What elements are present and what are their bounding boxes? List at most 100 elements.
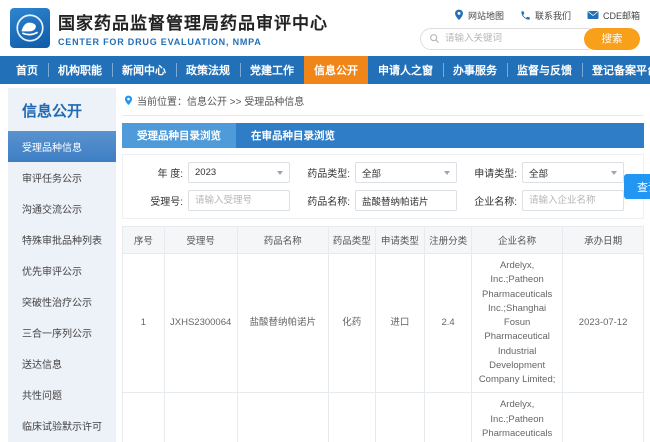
- nav-item[interactable]: 党建工作: [240, 56, 304, 84]
- nav-item[interactable]: 首页: [6, 56, 48, 84]
- drug-type-value: 全部: [362, 166, 381, 180]
- cell-date: 2023-07-12: [563, 254, 644, 393]
- chevron-down-icon: [277, 171, 283, 175]
- mailbox-link[interactable]: CDE邮箱: [587, 9, 640, 22]
- sidebar-title: 信息公开: [8, 96, 116, 131]
- nav-item[interactable]: 机构职能: [48, 56, 112, 84]
- drug-name-label: 药品名称:: [298, 193, 350, 208]
- cell-company: Ardelyx, Inc.;Patheon Pharmaceuticals In…: [472, 393, 563, 442]
- chevron-down-icon: [611, 171, 617, 175]
- acceptance-no-label: 受理号:: [131, 193, 183, 208]
- column-header: 药品类型: [328, 227, 375, 254]
- column-header: 序号: [123, 227, 165, 254]
- search-box: [420, 28, 598, 50]
- cell-apply-type: 进口: [375, 254, 424, 393]
- mailbox-label: CDE邮箱: [603, 9, 640, 22]
- main-panel: 当前位置：信息公开 >> 受理品种信息 受理品种目录浏览在审品种目录浏览 年 度…: [122, 88, 644, 442]
- nav-item[interactable]: 办事服务: [443, 56, 507, 84]
- tab[interactable]: 受理品种目录浏览: [122, 123, 236, 148]
- cell-seq: 1: [123, 254, 165, 393]
- cell-drug-type: 化药: [328, 254, 375, 393]
- sidebar-item[interactable]: 突破性治疗公示: [8, 286, 116, 317]
- contact-label: 联系我们: [535, 9, 571, 22]
- cell-company: Ardelyx, Inc.;Patheon Pharmaceuticals In…: [472, 254, 563, 393]
- sidebar-item[interactable]: 受理品种信息: [8, 131, 116, 162]
- table-body: 1 JXHS2300064 盐酸替纳帕诺片 化药 进口 2.4 Ardelyx,…: [123, 254, 644, 442]
- sidebar-item[interactable]: 三合一序列公示: [8, 317, 116, 348]
- sidebar-item[interactable]: 优先审评公示: [8, 255, 116, 286]
- sidebar-menu: 受理品种信息审评任务公示沟通交流公示特殊审批品种列表优先审评公示突破性治疗公示三…: [8, 131, 116, 442]
- table-header-row: 序号受理号药品名称药品类型申请类型注册分类企业名称承办日期: [123, 227, 644, 254]
- nav-item[interactable]: 申请人之窗: [368, 56, 443, 84]
- chevron-down-icon: [444, 171, 450, 175]
- cell-acceptance-no: JXHS2300063: [164, 393, 237, 442]
- apply-type-field: 申请类型: 全部: [465, 162, 624, 183]
- sitemap-label: 网站地图: [468, 9, 504, 22]
- main-nav: 首页机构职能新闻中心政策法规党建工作信息公开申请人之窗办事服务监督与反馈登记备案…: [0, 56, 650, 84]
- nav-item[interactable]: 信息公开: [304, 56, 368, 84]
- drug-type-label: 药品类型:: [298, 165, 350, 180]
- filter-row-2: 受理号: 药品名称: 企业名称:: [131, 190, 624, 211]
- company-input[interactable]: [522, 190, 624, 211]
- year-value: 2023: [195, 167, 216, 178]
- sidebar-item[interactable]: 送达信息: [8, 348, 116, 379]
- search-button[interactable]: 搜索: [584, 28, 640, 50]
- cell-seq: 2: [123, 393, 165, 442]
- column-header: 企业名称: [472, 227, 563, 254]
- filter-grid: 年 度: 2023 药品类型: 全部 申请类: [131, 162, 624, 211]
- results-table: 序号受理号药品名称药品类型申请类型注册分类企业名称承办日期 1 JXHS2300…: [122, 226, 644, 442]
- cell-drug-name: 盐酸替纳帕诺片: [237, 393, 328, 442]
- column-header: 药品名称: [237, 227, 328, 254]
- breadcrumb-text: 当前位置：信息公开 >> 受理品种信息: [137, 93, 304, 108]
- drug-type-field: 药品类型: 全部: [298, 162, 457, 183]
- year-select[interactable]: 2023: [188, 162, 290, 183]
- nav-item[interactable]: 监督与反馈: [507, 56, 582, 84]
- cell-date: 2023-07-12: [563, 393, 644, 442]
- cell-drug-type: 化药: [328, 393, 375, 442]
- cell-acceptance-no: JXHS2300064: [164, 254, 237, 393]
- contact-link[interactable]: 联系我们: [520, 9, 571, 22]
- header-right: 网站地图 联系我们 CDE邮箱 搜索: [420, 7, 640, 50]
- apply-type-select[interactable]: 全部: [522, 162, 624, 183]
- tab[interactable]: 在审品种目录浏览: [236, 123, 350, 148]
- column-header: 申请类型: [375, 227, 424, 254]
- acceptance-no-input[interactable]: [188, 190, 290, 211]
- sidebar-item[interactable]: 沟通交流公示: [8, 193, 116, 224]
- sidebar-item[interactable]: 审评任务公示: [8, 162, 116, 193]
- nav-item[interactable]: 政策法规: [176, 56, 240, 84]
- column-header: 注册分类: [425, 227, 472, 254]
- table-row[interactable]: 2 JXHS2300063 盐酸替纳帕诺片 化药 进口 2.4 Ardelyx,…: [123, 393, 644, 442]
- filter-row-1: 年 度: 2023 药品类型: 全部 申请类: [131, 162, 624, 183]
- nav-item[interactable]: 新闻中心: [112, 56, 176, 84]
- tab-bar: 受理品种目录浏览在审品种目录浏览: [122, 123, 644, 148]
- search-icon: [429, 33, 440, 44]
- search-input[interactable]: [445, 33, 589, 44]
- sidebar-item[interactable]: 临床试验默示许可: [8, 410, 116, 441]
- sitemap-link[interactable]: 网站地图: [454, 9, 504, 22]
- sidebar-item[interactable]: 共性问题: [8, 379, 116, 410]
- drug-name-input[interactable]: [355, 190, 457, 211]
- sidebar: 信息公开 受理品种信息审评任务公示沟通交流公示特殊审批品种列表优先审评公示突破性…: [8, 88, 116, 442]
- apply-type-label: 申请类型:: [465, 165, 517, 180]
- column-header: 受理号: [164, 227, 237, 254]
- drug-name-field: 药品名称:: [298, 190, 457, 211]
- search-row: 搜索: [420, 28, 640, 50]
- content: 信息公开 受理品种信息审评任务公示沟通交流公示特殊审批品种列表优先审评公示突破性…: [0, 84, 650, 442]
- drug-type-select[interactable]: 全部: [355, 162, 457, 183]
- query-button[interactable]: 查询: [624, 174, 650, 199]
- quick-links: 网站地图 联系我们 CDE邮箱: [454, 9, 640, 22]
- cell-apply-type: 进口: [375, 393, 424, 442]
- cde-logo: [10, 8, 50, 48]
- year-field: 年 度: 2023: [131, 162, 290, 183]
- table-row[interactable]: 1 JXHS2300064 盐酸替纳帕诺片 化药 进口 2.4 Ardelyx,…: [123, 254, 644, 393]
- brand-block: 国家药品监督管理局药品审评中心 CENTER FOR DRUG EVALUATI…: [58, 9, 420, 47]
- phone-icon: [520, 10, 531, 21]
- mail-icon: [587, 10, 599, 20]
- swan-logo-icon: [13, 11, 47, 45]
- nav-item[interactable]: 登记备案平台: [582, 56, 650, 84]
- acceptance-no-field: 受理号:: [131, 190, 290, 211]
- year-label: 年 度:: [131, 165, 183, 180]
- location-pin-icon: [454, 9, 464, 21]
- site-title: 国家药品监督管理局药品审评中心: [58, 9, 420, 34]
- sidebar-item[interactable]: 特殊审批品种列表: [8, 224, 116, 255]
